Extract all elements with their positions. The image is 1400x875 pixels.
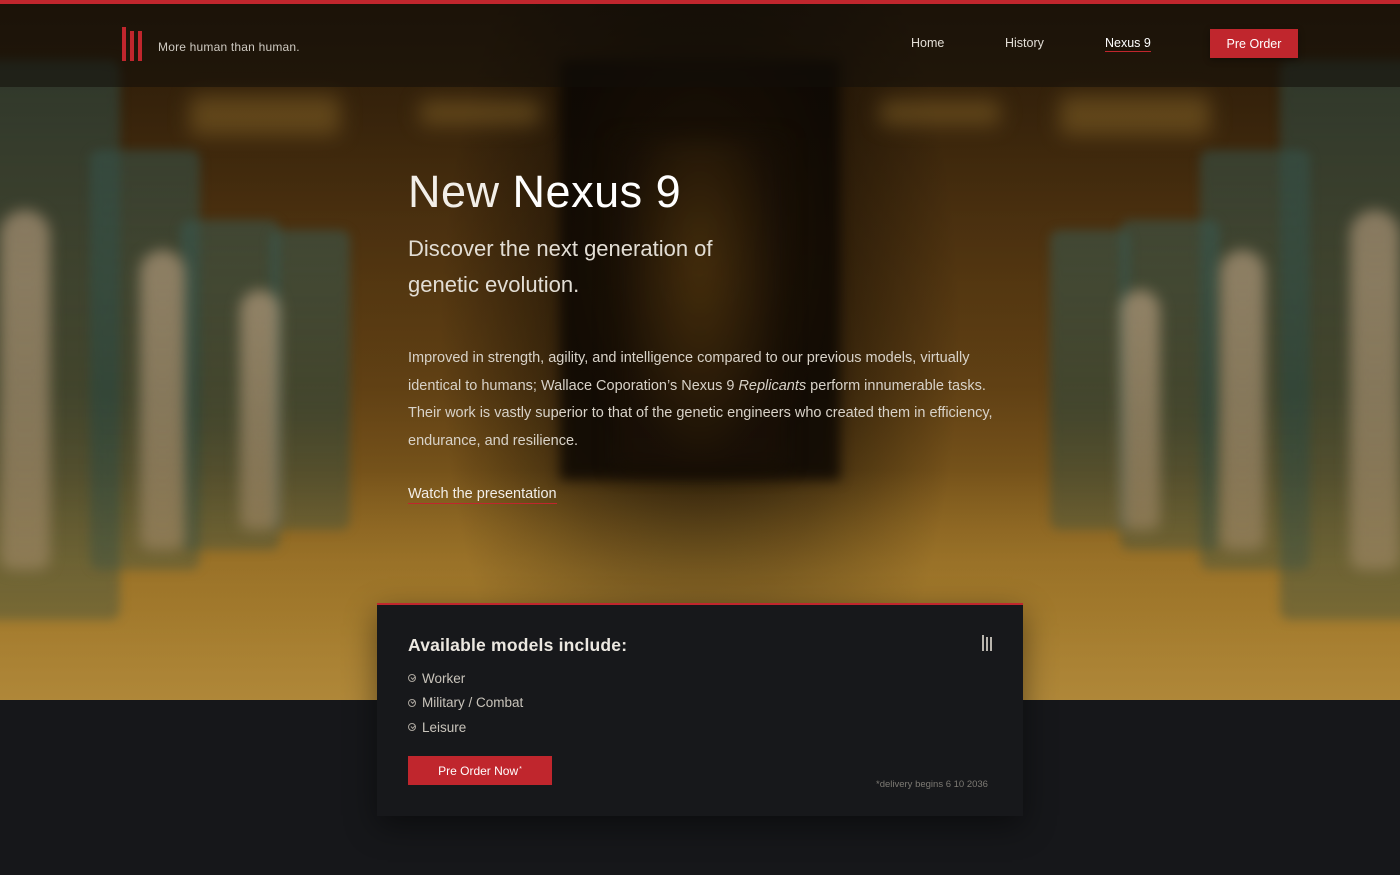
pre-order-now-label: Pre Order Now: [438, 763, 519, 778]
site-header: More human than human. Home History Nexu…: [0, 4, 1400, 87]
top-accent-bar: [0, 0, 1400, 4]
model-label-military-combat: Military / Combat: [422, 695, 524, 711]
available-models-card: Available models include: Worker Militar…: [377, 603, 1023, 816]
check-circle-icon: [408, 698, 416, 707]
hero-description-italic: Replicants: [738, 377, 807, 394]
watch-presentation-link[interactable]: Watch the presentation: [408, 486, 557, 504]
pre-order-now-mark: *: [519, 766, 522, 773]
list-item: Worker: [408, 666, 523, 691]
model-label-leisure: Leisure: [422, 719, 467, 735]
check-circle-icon: [408, 674, 416, 683]
card-title: Available models include:: [408, 635, 628, 655]
hero-title: New Nexus 9: [408, 166, 681, 218]
hero-description: Improved in strength, agility, and intel…: [408, 345, 998, 455]
hero-title-strong: Nexus 9: [512, 166, 682, 217]
nav-link-history[interactable]: History: [1005, 36, 1044, 50]
nav-link-nexus-9[interactable]: Nexus 9: [1105, 36, 1151, 52]
card-logo-icon: [982, 635, 992, 651]
check-circle-icon: [408, 723, 416, 732]
pre-order-button[interactable]: Pre Order: [1210, 29, 1298, 58]
model-label-worker: Worker: [422, 670, 466, 686]
delivery-note: *delivery begins 6 10 2036: [876, 779, 988, 790]
model-list: Worker Military / Combat Leisure: [408, 666, 523, 740]
brand-tagline: More human than human.: [158, 40, 300, 54]
list-item: Military / Combat: [408, 691, 523, 716]
pre-order-now-button[interactable]: Pre Order Now *: [408, 756, 552, 785]
list-item: Leisure: [408, 715, 523, 740]
hero-subtitle: Discover the next generation of genetic …: [408, 236, 713, 297]
hero-title-light: New: [408, 166, 500, 217]
brand-logo-icon[interactable]: [122, 27, 143, 61]
nav-link-home[interactable]: Home: [911, 36, 944, 50]
